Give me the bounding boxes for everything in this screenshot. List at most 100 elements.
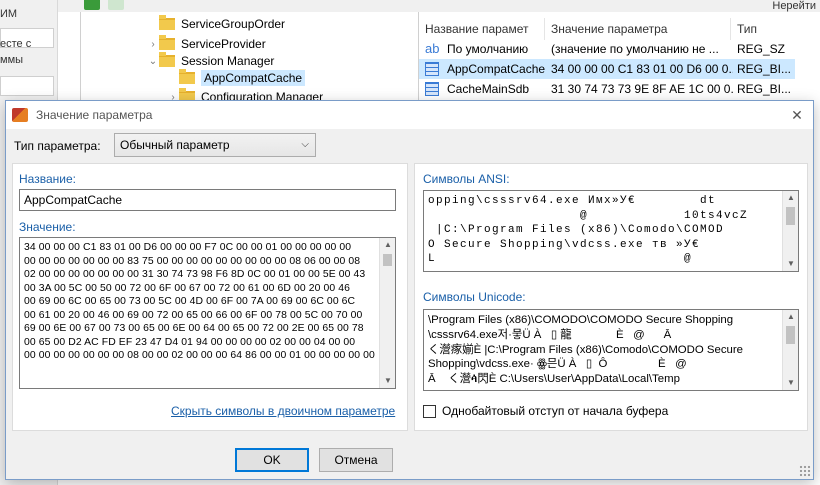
edit-value-dialog: Значение параметра ✕ Тип параметра: Обыч…	[5, 100, 814, 480]
ansi-line: @ 10ts4vcZ	[428, 209, 749, 222]
hex-line: 34 00 00 00 C1 83 01 00 D6 00 00 00 F7 0…	[24, 242, 352, 253]
row-value: 34 00 00 00 C1 83 01 00 D6 00 0...	[551, 62, 733, 76]
hex-scrollbar[interactable]: ▲ ▼	[379, 238, 395, 388]
unicode-line: Shopping\vdcss.exe· ꙮ믄Ü À ▯ Ô È @	[428, 358, 687, 371]
dialog-titlebar[interactable]: Значение параметра ✕	[6, 101, 813, 129]
list-row[interactable]: ab По умолчанию (значение по умолчанию н…	[419, 39, 795, 59]
scroll-thumb[interactable]	[786, 207, 795, 225]
dialog-title: Значение параметра	[36, 108, 153, 122]
chevron-right-icon[interactable]: ›	[147, 39, 159, 50]
ansi-label: Символы ANSI:	[423, 172, 510, 186]
unicode-label: Символы Unicode:	[423, 290, 526, 304]
resize-grip-icon[interactable]	[799, 465, 811, 477]
value-label: Значение:	[19, 220, 76, 234]
value-type-select[interactable]: Обычный параметр ⌵	[114, 133, 316, 157]
tree-item-label: AppCompatCache	[201, 70, 306, 86]
hex-line: 00 00 00 00 00 00 00 83 75 00 00 00 00 0…	[24, 255, 361, 267]
app-logo-icon	[12, 108, 28, 122]
left-pane-fragment: ИМ	[0, 8, 18, 20]
single-byte-offset-option[interactable]: Однобайтовый отступ от начала буфера	[423, 404, 668, 418]
tree-item-label: ServiceGroupOrder	[181, 17, 286, 31]
scroll-down-icon[interactable]: ▼	[783, 376, 798, 390]
registry-values-list: Название парамет Значение параметра Тип …	[418, 12, 820, 112]
go-disabled-icon	[108, 0, 124, 10]
scroll-down-icon[interactable]: ▼	[783, 257, 798, 271]
hex-lines: 34 00 00 00 C1 83 01 00 D6 00 00 00 F7 0…	[24, 241, 377, 363]
binary-value-icon	[425, 82, 439, 96]
scroll-up-icon[interactable]: ▲	[783, 310, 798, 324]
tree-item[interactable]: ⌄ Session Manager	[147, 52, 274, 70]
unicode-view[interactable]: \Program Files (x86)\COMODO\COMODO Secur…	[423, 309, 799, 391]
left-pane-fragment: есте с	[0, 38, 32, 50]
scroll-up-icon[interactable]: ▲	[783, 191, 798, 205]
unicode-line: \csssrv64.exe저·뭏Ü À ▯ 龍 È @ Ā	[428, 328, 672, 341]
left-pane-box	[0, 76, 54, 96]
row-value: 31 30 74 73 73 9E 8F AE 1C 00 0...	[551, 82, 733, 96]
ansi-scrollbar[interactable]: ▲ ▼	[782, 191, 798, 271]
binary-value-icon	[425, 62, 439, 76]
unicode-scrollbar[interactable]: ▲ ▼	[782, 310, 798, 390]
folder-icon	[159, 15, 175, 30]
navigate-button[interactable]: Нерейти	[772, 0, 820, 12]
ansi-view[interactable]: opping\csssrv64.exe Имх»У€ dt @ 10ts4vcZ…	[423, 190, 799, 272]
list-row-selected[interactable]: AppCompatCache 34 00 00 00 C1 83 01 00 D…	[419, 59, 795, 79]
background-toolbar: Нерейти	[58, 0, 820, 12]
hex-line: 00 61 00 20 00 46 00 69 00 72 00 65 00 6…	[24, 309, 363, 321]
hex-value-editor[interactable]: 34 00 00 00 C1 83 01 00 D6 00 00 00 F7 0…	[19, 237, 396, 389]
ok-button[interactable]: OK	[235, 448, 309, 472]
column-header-name[interactable]: Название парамет	[419, 18, 545, 40]
right-panel: Символы ANSI: opping\csssrv64.exe Имх»У€…	[414, 163, 808, 431]
unicode-lines: \Program Files (x86)\COMODO\COMODO Secur…	[428, 313, 780, 387]
hex-line: 00 3A 00 5C 00 50 00 72 00 6F 00 67 00 7…	[24, 282, 350, 294]
left-panel: Название: AppCompatCache Значение: 34 00…	[12, 163, 408, 431]
row-type: REG_SZ	[737, 42, 786, 56]
hex-line: 00 69 00 6C 00 65 00 73 00 5C 00 4D 00 6…	[24, 296, 356, 307]
column-header-type[interactable]: Тип	[731, 18, 819, 40]
tree-item[interactable]: › ServiceProvider	[147, 35, 266, 53]
close-icon[interactable]: ✕	[787, 105, 807, 125]
single-byte-offset-checkbox[interactable]	[423, 404, 436, 418]
name-label: Название:	[19, 172, 76, 186]
hex-line: 69 00 6E 00 67 00 73 00 65 00 6E 00 64 0…	[24, 323, 364, 334]
string-value-icon: ab	[425, 41, 440, 56]
scroll-down-icon[interactable]: ▼	[380, 374, 395, 388]
hex-line: 00 65 00 D2 AC FD EF 23 47 D4 01 94 00 0…	[24, 336, 356, 348]
cancel-button[interactable]: Отмена	[319, 448, 393, 472]
scroll-thumb[interactable]	[383, 254, 392, 266]
tree-item-selected[interactable]: AppCompatCache	[167, 69, 306, 87]
folder-icon	[179, 69, 195, 84]
go-green-icon[interactable]	[84, 0, 100, 10]
ansi-line: opping\csssrv64.exe Имх»У€ dt	[428, 195, 717, 207]
scroll-thumb[interactable]	[786, 326, 795, 344]
registry-tree: ServiceGroupOrder › ServiceProvider ⌄ Se…	[80, 12, 410, 112]
tree-item[interactable]: ServiceGroupOrder	[147, 15, 285, 33]
column-header-value[interactable]: Значение параметра	[545, 18, 731, 40]
scroll-up-icon[interactable]: ▲	[380, 238, 395, 252]
unicode-line: く瀯瘃媊È |C:\Program Files (x86)\Comodo\COM…	[428, 343, 744, 356]
name-field[interactable]: AppCompatCache	[19, 189, 396, 211]
folder-icon	[159, 35, 175, 50]
row-type: REG_BI...	[737, 62, 792, 76]
tree-item-label: ServiceProvider	[181, 37, 266, 51]
row-type: REG_BI...	[737, 82, 792, 96]
row-name: По умолчанию	[447, 42, 529, 56]
ansi-lines: opping\csssrv64.exe Имх»У€ dt @ 10ts4vcZ…	[428, 194, 780, 267]
ansi-line: O Secure Shopping\vdcss.exe тв »У€	[428, 238, 701, 251]
hex-line: 02 00 00 00 00 00 00 00 31 30 74 73 98 F…	[24, 269, 366, 280]
row-value: (значение по умолчанию не ...	[551, 42, 719, 56]
chevron-down-icon: ⌵	[301, 139, 309, 150]
hex-line: 00 00 00 00 00 00 00 08 00 00 02 00 00 0…	[24, 350, 375, 361]
list-row[interactable]: CacheMainSdb 31 30 74 73 73 9E 8F AE 1C …	[419, 79, 795, 99]
value-type-selected: Обычный параметр	[120, 138, 230, 152]
unicode-line: Ā く瀯ꬃ閃È C:\Users\User\AppData\Local\Temp	[428, 373, 680, 386]
ansi-line: L @	[428, 253, 693, 265]
row-name: CacheMainSdb	[447, 82, 530, 96]
chevron-down-icon[interactable]: ⌄	[147, 56, 159, 67]
unicode-line: \Program Files (x86)\COMODO\COMODO Secur…	[428, 314, 734, 326]
ansi-line: |C:\Program Files (x86)\Comodo\COMOD	[428, 224, 725, 236]
tree-item-label: Session Manager	[181, 54, 275, 68]
hide-binary-symbols-link[interactable]: Скрыть символы в двоичном параметре	[171, 404, 395, 418]
single-byte-offset-label: Однобайтовый отступ от начала буфера	[442, 404, 669, 418]
folder-icon	[159, 52, 175, 67]
left-pane-fragment: ммы	[0, 54, 24, 66]
